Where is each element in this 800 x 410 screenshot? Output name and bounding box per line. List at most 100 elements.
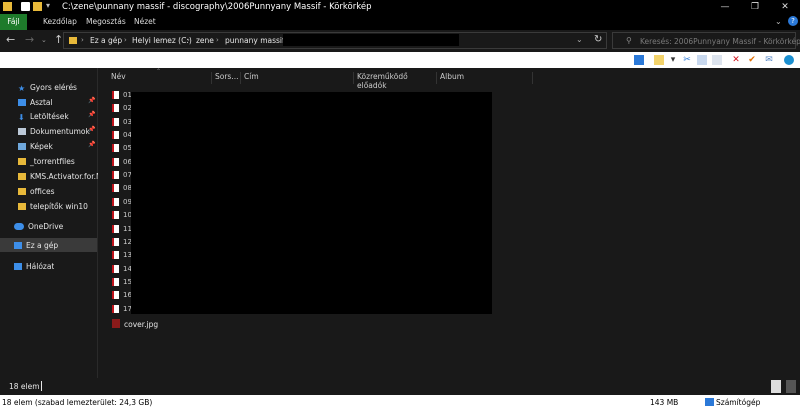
table-row[interactable]: 12 (112, 237, 132, 246)
sidebar-item-pictures[interactable]: Képek (18, 139, 53, 153)
folder-icon (18, 187, 26, 195)
toolbar-strip (0, 52, 800, 68)
search-icon: ⚲ (626, 36, 632, 45)
table-row[interactable]: 09 (112, 197, 132, 206)
chevron-right-icon[interactable]: › (81, 36, 84, 44)
table-row[interactable]: 11 (112, 224, 132, 233)
table-row[interactable]: 13 (112, 251, 132, 260)
window-title: C:\zene\punnany massif - discography\200… (62, 2, 372, 12)
chevron-down-icon[interactable]: ▾ (668, 55, 678, 65)
globe-icon[interactable] (784, 55, 794, 65)
forward-arrow-icon[interactable]: → (25, 33, 34, 46)
sidebar-item-torrentfiles[interactable]: _torrentfiles (18, 154, 75, 168)
table-row[interactable]: 16 (112, 291, 132, 300)
audio-file-icon (112, 197, 119, 206)
file-name-cover[interactable]: cover.jpg (124, 320, 158, 329)
up-arrow-icon[interactable]: ↑ (54, 33, 63, 46)
breadcrumb-this-pc[interactable]: Ez a gép (90, 36, 122, 45)
column-header-artists[interactable]: Közreműködő előadók (354, 72, 437, 90)
cut-icon[interactable]: ✂ (682, 55, 692, 65)
new-item-icon[interactable] (654, 55, 664, 65)
folder-icon (69, 37, 77, 44)
pin-icon[interactable]: 📌 (88, 141, 95, 148)
chevron-right-icon[interactable]: › (216, 36, 219, 44)
sidebar-item-this-pc[interactable]: Ez a gép (0, 238, 97, 252)
chevron-right-icon[interactable]: › (124, 36, 127, 44)
sidebar-item-offices[interactable]: offices (18, 184, 55, 198)
audio-file-icon (112, 104, 119, 113)
copy-icon[interactable] (697, 55, 707, 65)
close-button[interactable]: ✕ (770, 0, 800, 14)
back-arrow-icon[interactable]: ← (6, 33, 15, 46)
audio-file-icon (112, 277, 119, 286)
sidebar-item-kms[interactable]: KMS.Activator.for.M (18, 169, 98, 183)
pin-icon[interactable]: 📌 (88, 111, 95, 118)
preview-pane-icon[interactable] (634, 55, 644, 65)
chevron-down-icon[interactable]: ⌄ (775, 17, 782, 26)
star-icon: ★ (18, 83, 26, 93)
large-icons-view-icon[interactable] (786, 380, 796, 393)
audio-file-icon (112, 264, 119, 273)
table-row[interactable]: 06 (112, 157, 132, 166)
breadcrumb-punnany[interactable]: punnany massif - (225, 36, 290, 45)
table-row[interactable]: 02 (112, 104, 132, 113)
maximize-button[interactable]: ❐ (740, 0, 770, 14)
chevron-right-icon[interactable]: › (187, 36, 190, 44)
checkmark-icon[interactable]: ✔ (747, 55, 757, 65)
pictures-icon (18, 142, 26, 150)
table-row[interactable]: 17 (112, 304, 132, 313)
audio-file-icon (112, 91, 119, 99)
refresh-icon[interactable]: ↻ (594, 34, 602, 45)
sidebar-item-network[interactable]: Hálózat (14, 259, 54, 273)
sidebar-item-onedrive[interactable]: OneDrive (14, 219, 63, 233)
chevron-down-icon[interactable]: ▾ (46, 1, 50, 10)
table-row[interactable]: 05 (112, 144, 132, 153)
search-placeholder: Keresés: 2006Punnyany Massif - Körkörkép (640, 37, 800, 46)
column-header-title[interactable]: Cím (241, 72, 354, 84)
column-header-album[interactable]: Album (437, 72, 533, 84)
table-row[interactable]: 07 (112, 171, 132, 180)
folder-icon (18, 202, 26, 210)
audio-file-icon (112, 117, 119, 126)
new-folder-icon[interactable] (33, 2, 42, 11)
table-row[interactable]: 15 (112, 277, 132, 286)
item-count-bar (0, 378, 800, 395)
properties-icon[interactable] (21, 2, 30, 11)
table-row[interactable]: 10 (112, 211, 132, 220)
sidebar-item-installers[interactable]: telepítők win10 (18, 199, 88, 213)
chevron-down-icon[interactable]: ⌄ (576, 35, 583, 44)
delete-icon[interactable]: ✕ (731, 55, 741, 65)
tab-share[interactable]: Megosztás (80, 14, 132, 30)
table-row[interactable]: 14 (112, 264, 132, 273)
sidebar-item-quick-access[interactable]: ★ Gyors elérés (18, 80, 77, 94)
breadcrumb-local-disk[interactable]: Helyi lemez (C:) (132, 36, 192, 45)
table-row[interactable]: 08 (112, 184, 132, 193)
table-row[interactable]: 04 (112, 131, 132, 140)
audio-file-icon (112, 171, 119, 180)
details-view-icon[interactable] (771, 380, 781, 393)
column-header-track[interactable]: Sors... (212, 72, 241, 84)
folder-icon (18, 172, 26, 180)
audio-file-icon (112, 157, 119, 166)
table-row[interactable]: 01 (112, 91, 132, 99)
sidebar-item-downloads[interactable]: ⬇ Letöltések (18, 109, 69, 123)
help-icon[interactable]: ? (788, 16, 798, 26)
tab-view[interactable]: Nézet (128, 14, 162, 30)
redacted-block (131, 92, 492, 314)
image-file-icon (112, 319, 120, 328)
sidebar-item-documents[interactable]: Dokumentumok (18, 124, 90, 138)
audio-file-icon (112, 224, 119, 233)
computer-icon (14, 241, 22, 249)
paste-icon[interactable] (712, 55, 722, 65)
tab-file[interactable]: Fájl (0, 14, 27, 30)
pin-icon[interactable]: 📌 (88, 126, 95, 133)
status-free-space: 18 elem (szabad lemezterület: 24,3 GB) (2, 398, 153, 407)
mail-icon[interactable]: ✉ (764, 55, 774, 65)
minimize-button[interactable]: — (710, 0, 740, 14)
chevron-down-icon[interactable]: ⌄ (41, 36, 47, 44)
breadcrumb-zene[interactable]: zene (196, 36, 214, 45)
table-row[interactable]: 03 (112, 117, 132, 126)
sidebar-item-desktop[interactable]: Asztal (18, 95, 53, 109)
pin-icon[interactable]: 📌 (88, 97, 95, 104)
tab-home[interactable]: Kezdőlap (37, 14, 83, 30)
